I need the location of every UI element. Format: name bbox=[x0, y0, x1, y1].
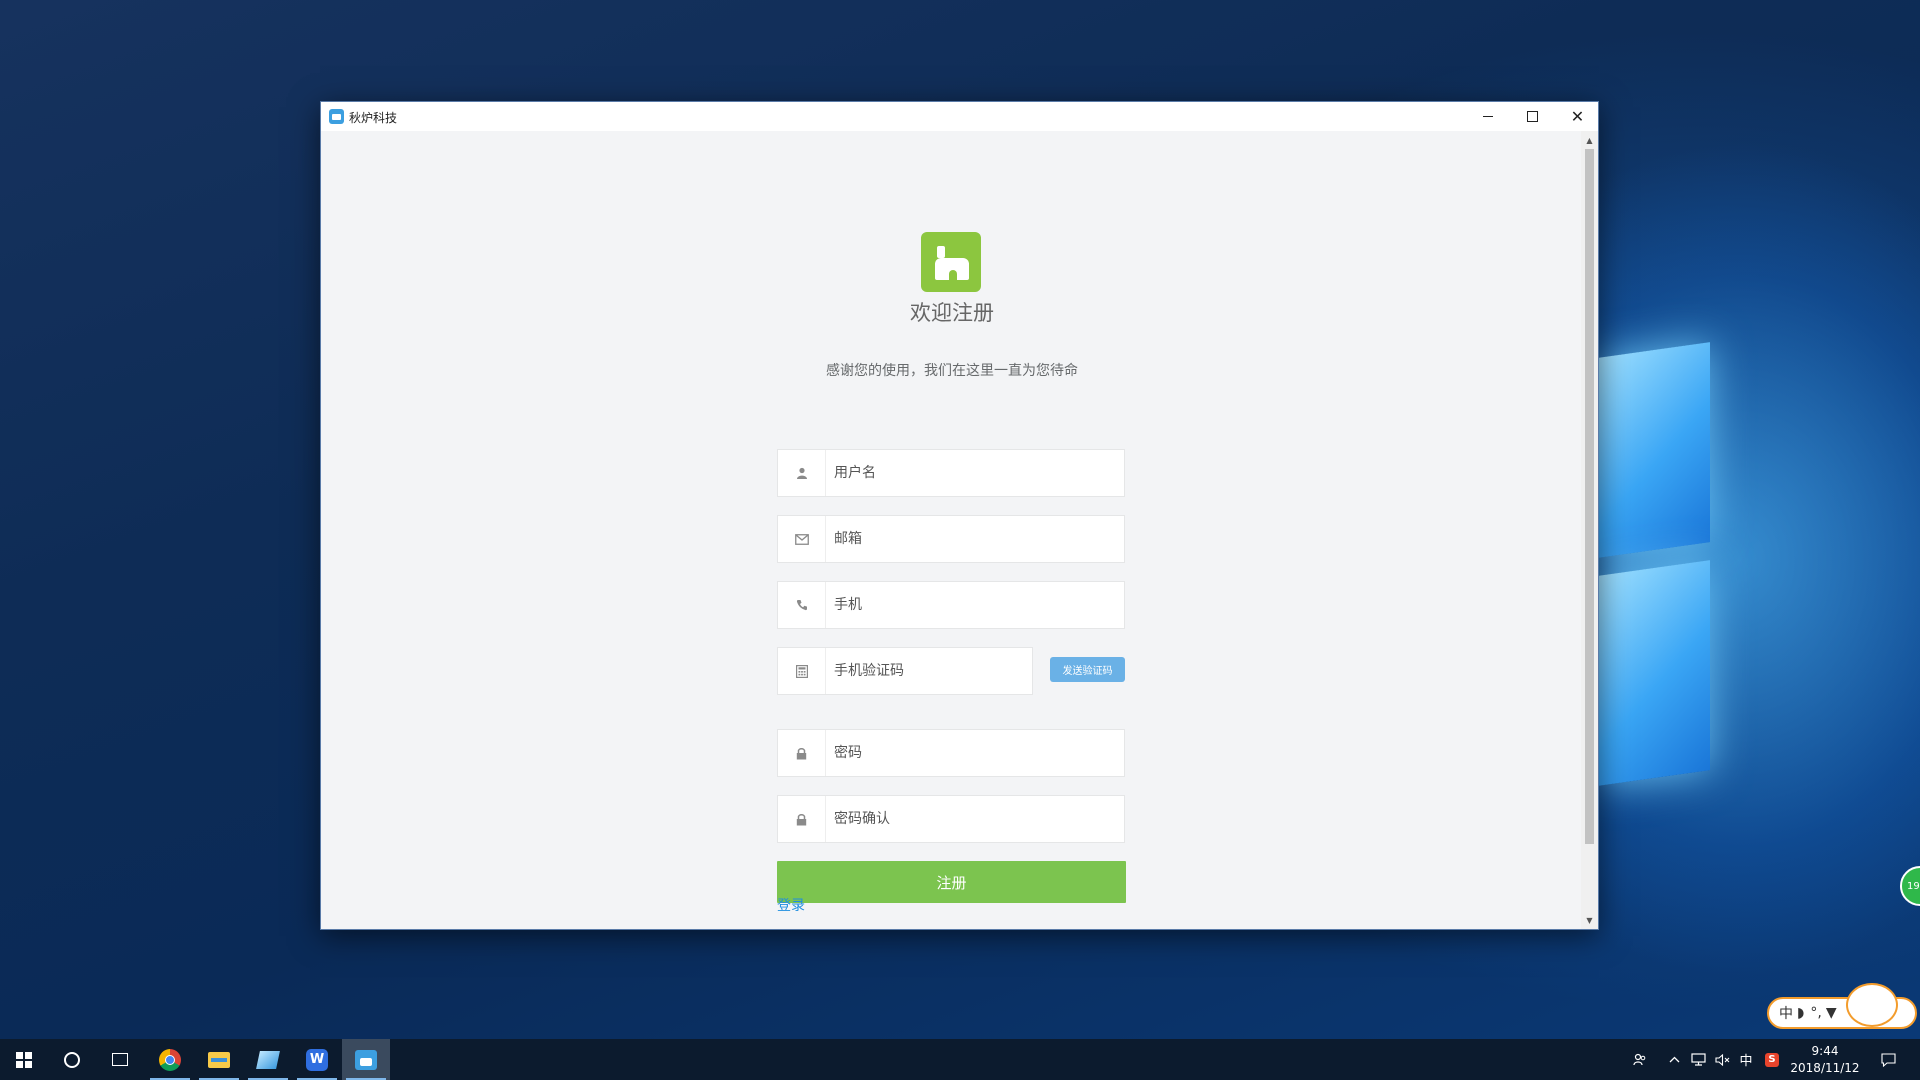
notes-icon bbox=[256, 1050, 280, 1069]
clock-time: 9:44 bbox=[1811, 1044, 1839, 1058]
sms-code-input[interactable] bbox=[834, 648, 1024, 694]
ime-mascot-icon bbox=[1846, 983, 1898, 1027]
people-icon[interactable] bbox=[1628, 1039, 1652, 1080]
email-field bbox=[777, 515, 1125, 563]
sms-code-field bbox=[777, 647, 1033, 695]
task-view-icon bbox=[112, 1053, 128, 1066]
scroll-up-arrow-icon[interactable]: ▲ bbox=[1581, 133, 1598, 147]
punctuation-icon: °, bbox=[1810, 1005, 1822, 1021]
envelope-icon bbox=[778, 516, 826, 562]
title-bar[interactable]: 秋炉科技 ✕ bbox=[321, 102, 1598, 131]
maximize-button[interactable] bbox=[1510, 102, 1555, 131]
brand-logo bbox=[921, 232, 981, 292]
vertical-scrollbar[interactable]: ▲ ▼ bbox=[1581, 131, 1598, 929]
search-circle-icon bbox=[64, 1051, 80, 1068]
clock-date: 2018/11/12 bbox=[1790, 1061, 1860, 1075]
taskbar: W 中 S 9:44 2018/11/12 bbox=[0, 1039, 1920, 1080]
password-confirm-input[interactable] bbox=[834, 796, 1114, 842]
sogou-input-icon[interactable]: S bbox=[1762, 1039, 1782, 1080]
register-page: 欢迎注册 感谢您的使用，我们在这里一直为您待命 发送验证 bbox=[321, 131, 1583, 929]
password-field bbox=[777, 729, 1125, 777]
ime-indicator[interactable]: 中 bbox=[1736, 1039, 1756, 1080]
taskbar-chrome[interactable] bbox=[146, 1039, 194, 1080]
register-button[interactable]: 注册 bbox=[777, 861, 1126, 903]
windows-start-icon bbox=[16, 1051, 32, 1068]
send-code-button[interactable]: 发送验证码 bbox=[1050, 657, 1125, 682]
minimize-button[interactable] bbox=[1465, 102, 1510, 131]
windows-logo-wallpaper bbox=[1598, 330, 1710, 800]
page-title: 欢迎注册 bbox=[910, 301, 994, 325]
app-window: 秋炉科技 ✕ 欢迎注册 感谢您的使用，我们在这里一直为您待命 用户名 邮箱 手机… bbox=[320, 101, 1599, 930]
skin-icon: ▼ bbox=[1825, 1005, 1837, 1021]
phone-input[interactable] bbox=[834, 582, 1114, 628]
window-title: 秋炉科技 bbox=[349, 111, 398, 125]
ime-float-label: 中 bbox=[1779, 1006, 1793, 1022]
task-view-button[interactable] bbox=[96, 1039, 144, 1080]
scroll-thumb[interactable] bbox=[1585, 149, 1594, 844]
w-app-icon: W bbox=[306, 1048, 328, 1071]
network-icon[interactable] bbox=[1687, 1039, 1709, 1080]
scroll-down-arrow-icon[interactable]: ▼ bbox=[1581, 913, 1598, 927]
email-input[interactable] bbox=[834, 516, 1114, 562]
cortana-button[interactable] bbox=[48, 1039, 96, 1080]
taskbar-file-explorer[interactable] bbox=[195, 1039, 243, 1080]
password-input[interactable] bbox=[834, 730, 1114, 776]
password-confirm-field bbox=[777, 795, 1125, 843]
chrome-icon bbox=[159, 1048, 181, 1071]
app-icon bbox=[355, 1049, 377, 1070]
calculator-icon bbox=[778, 648, 826, 694]
taskbar-w-app[interactable]: W bbox=[293, 1039, 341, 1080]
action-center-button[interactable] bbox=[1874, 1039, 1902, 1080]
system-clock[interactable]: 9:44 2018/11/12 bbox=[1786, 1043, 1864, 1077]
maximize-icon bbox=[1527, 111, 1538, 122]
taskbar-notes-app[interactable] bbox=[244, 1039, 292, 1080]
user-icon bbox=[778, 450, 826, 496]
lock-icon bbox=[778, 796, 826, 842]
page-subtitle: 感谢您的使用，我们在这里一直为您待命 bbox=[826, 363, 1078, 379]
lock-icon bbox=[778, 730, 826, 776]
taskbar-current-app[interactable] bbox=[342, 1039, 390, 1080]
moon-icon: ◗ bbox=[1797, 1005, 1805, 1021]
app-icon bbox=[329, 109, 344, 124]
login-link[interactable]: 登录 bbox=[777, 895, 805, 915]
volume-muted-icon[interactable] bbox=[1712, 1039, 1732, 1080]
close-icon: ✕ bbox=[1570, 106, 1585, 126]
tray-expand-icon[interactable] bbox=[1664, 1039, 1684, 1080]
close-button[interactable]: ✕ bbox=[1555, 102, 1600, 131]
minimize-icon bbox=[1482, 116, 1493, 117]
username-input[interactable] bbox=[834, 450, 1114, 496]
phone-icon bbox=[778, 582, 826, 628]
username-field bbox=[777, 449, 1125, 497]
folder-icon bbox=[208, 1051, 230, 1068]
start-button[interactable] bbox=[0, 1039, 48, 1080]
phone-field bbox=[777, 581, 1125, 629]
